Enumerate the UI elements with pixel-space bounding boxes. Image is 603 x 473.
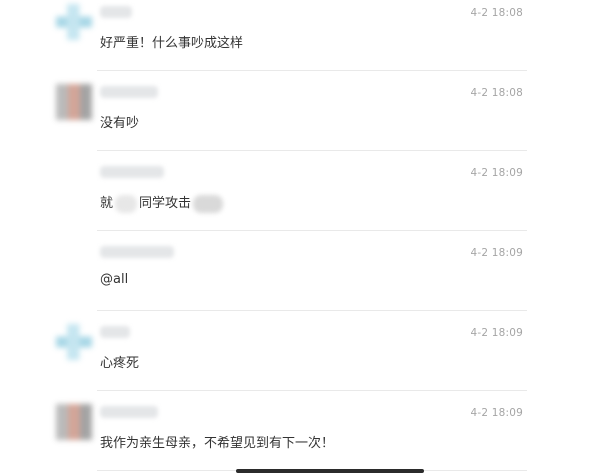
- avatar[interactable]: [56, 404, 92, 440]
- message-timestamp: 4-2 18:08: [470, 87, 523, 99]
- chat-log: 4-2 18:08 好严重！什么事吵成这样 4-2 18:08 没有吵 4-2 …: [0, 0, 603, 473]
- divider: [97, 150, 527, 151]
- message-timestamp: 4-2 18:09: [470, 167, 523, 179]
- chat-message[interactable]: 4-2 18:08 没有吵: [0, 80, 603, 160]
- message-text-part: 同学攻击: [139, 196, 192, 211]
- chat-message[interactable]: 4-2 18:09 我作为亲生母亲，不希望见到有下一次！: [0, 400, 603, 473]
- divider: [97, 310, 527, 311]
- avatar[interactable]: [56, 84, 92, 120]
- sender-name-redacted: [100, 6, 132, 18]
- chat-message[interactable]: 4-2 18:09 就 同学攻击: [0, 160, 603, 240]
- message-text: 没有吵: [100, 116, 140, 131]
- message-text: 我作为亲生母亲，不希望见到有下一次！: [100, 436, 335, 451]
- message-timestamp: 4-2 18:08: [470, 7, 523, 19]
- sender-name-redacted: [100, 326, 130, 338]
- message-text: @all: [100, 272, 129, 287]
- sender-name-redacted: [100, 86, 158, 98]
- avatar[interactable]: [56, 324, 92, 360]
- sender-name-redacted: [100, 166, 164, 178]
- message-text-part: 就: [100, 196, 114, 211]
- message-timestamp: 4-2 18:09: [470, 327, 523, 339]
- message-timestamp: 4-2 18:09: [470, 247, 523, 259]
- avatar[interactable]: [56, 4, 92, 40]
- divider: [97, 230, 527, 231]
- redacted-text: [193, 194, 224, 213]
- chat-message[interactable]: 4-2 18:09 @all: [0, 240, 603, 320]
- sender-name-redacted: [100, 406, 158, 418]
- message-text: 好严重！什么事吵成这样: [100, 36, 244, 51]
- home-indicator[interactable]: [236, 469, 424, 473]
- message-text: 就 同学攻击: [100, 192, 225, 213]
- chat-message[interactable]: 4-2 18:09 心疼死: [0, 320, 603, 400]
- redacted-name: [115, 194, 138, 213]
- divider: [97, 70, 527, 71]
- sender-name-redacted: [100, 246, 174, 258]
- message-text: 心疼死: [100, 356, 140, 371]
- divider: [97, 390, 527, 391]
- chat-message[interactable]: 4-2 18:08 好严重！什么事吵成这样: [0, 0, 603, 80]
- message-timestamp: 4-2 18:09: [470, 407, 523, 419]
